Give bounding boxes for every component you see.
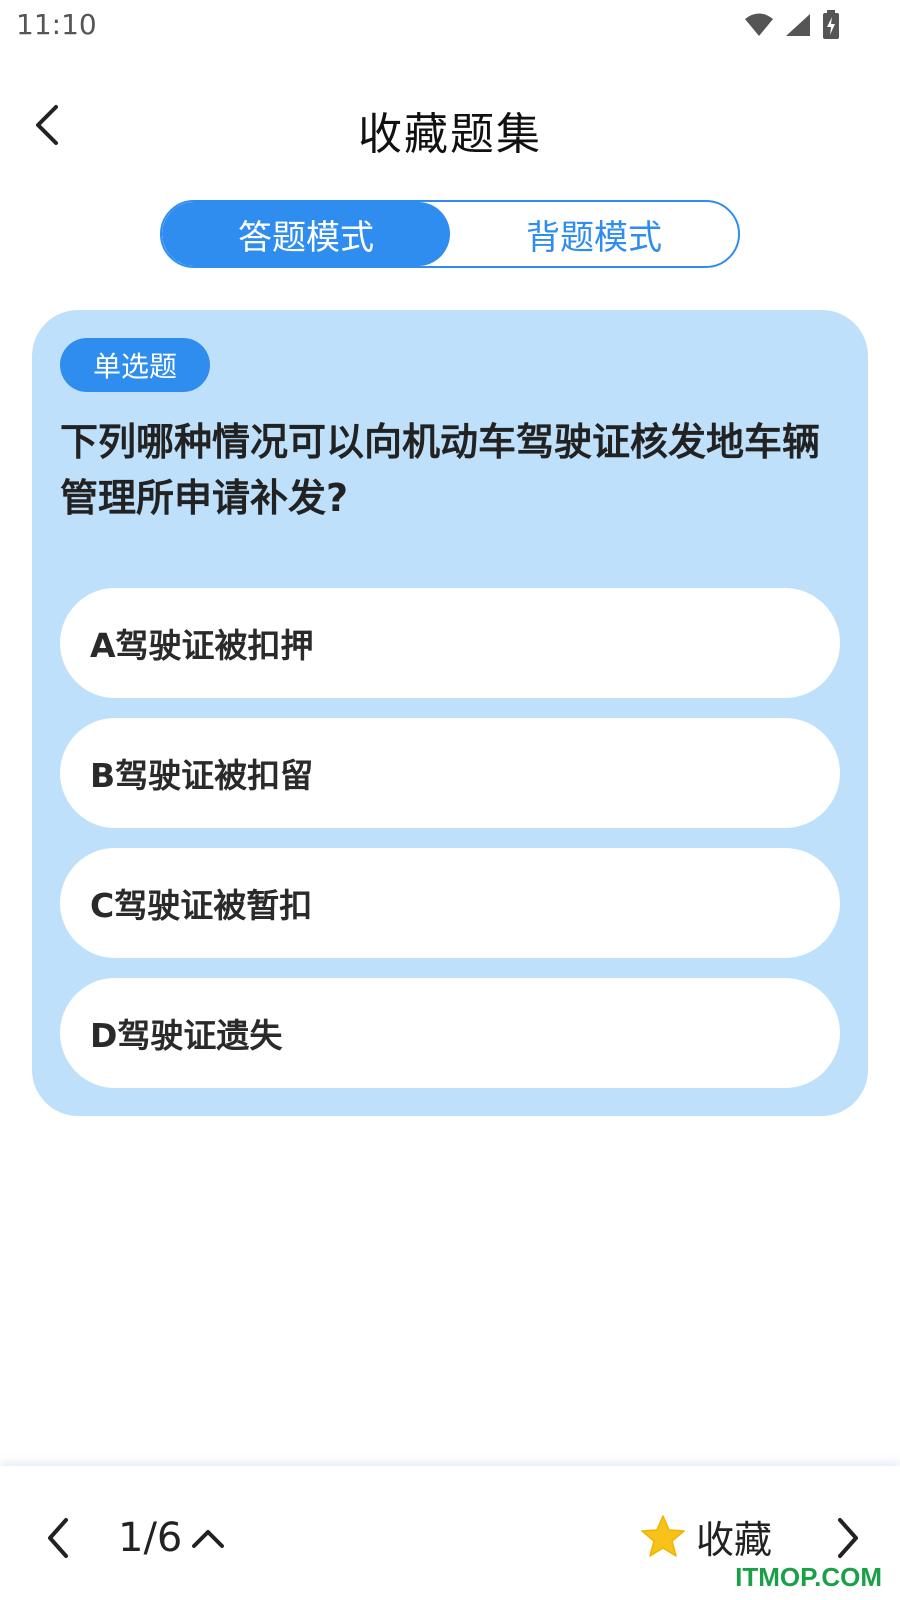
status-icons — [744, 10, 840, 40]
option-a[interactable]: A驾驶证被扣押 — [60, 588, 840, 698]
watermark: ITMOP.COM — [735, 1562, 882, 1592]
status-bar: 11:10 — [0, 0, 900, 50]
chevron-right-icon — [838, 1518, 858, 1558]
chevron-up-icon — [192, 1530, 225, 1548]
tab-memorize-mode[interactable]: 背题模式 — [450, 202, 738, 266]
prev-question-button[interactable] — [36, 1510, 80, 1566]
page-count: 1/6 — [118, 1515, 183, 1561]
question-card: 单选题 下列哪种情况可以向机动车驾驶证核发地车辆管理所申请补发? A驾驶证被扣押… — [32, 310, 868, 1116]
page-indicator[interactable]: 1/6 — [118, 1510, 226, 1566]
page-title: 收藏题集 — [358, 109, 542, 160]
option-c[interactable]: C驾驶证被暂扣 — [60, 848, 840, 958]
options-list: A驾驶证被扣押 B驾驶证被扣留 C驾驶证被暂扣 D驾驶证遗失 — [60, 588, 840, 1108]
question-text: 下列哪种情况可以向机动车驾驶证核发地车辆管理所申请补发? — [60, 420, 821, 520]
wifi-icon — [745, 13, 773, 36]
top-bar: 收藏题集 — [0, 80, 900, 170]
battery-charging-icon — [823, 10, 839, 39]
mode-toggle: 答题模式 背题模式 — [160, 200, 740, 268]
signal-icon — [786, 14, 810, 36]
favorite-button[interactable]: 收藏 — [640, 1506, 772, 1566]
status-time: 11:10 — [16, 8, 97, 41]
option-b[interactable]: B驾驶证被扣留 — [60, 718, 840, 828]
next-question-button[interactable] — [826, 1510, 870, 1566]
star-icon — [641, 1515, 685, 1557]
chevron-left-icon — [48, 1518, 68, 1558]
option-d[interactable]: D驾驶证遗失 — [60, 978, 840, 1088]
tab-answer-mode[interactable]: 答题模式 — [162, 202, 450, 266]
question-type-badge: 单选题 — [60, 338, 210, 392]
favorite-label: 收藏 — [696, 1517, 773, 1562]
